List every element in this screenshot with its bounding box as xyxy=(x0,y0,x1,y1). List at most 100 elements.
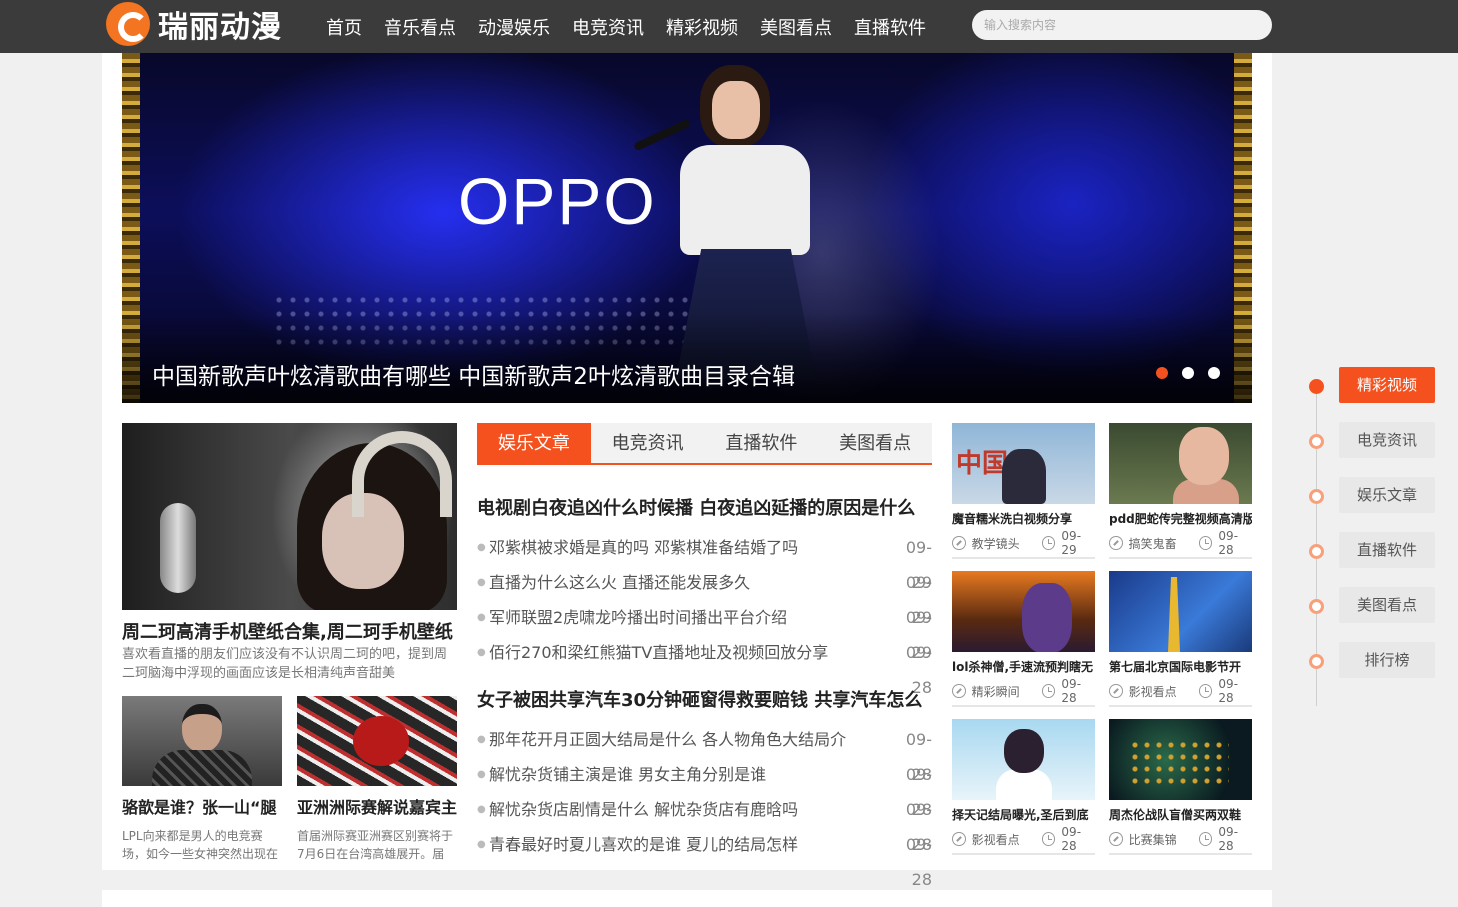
thumb-date: 09-29 xyxy=(1061,529,1082,557)
list-item[interactable]: ● 那年花开月正圆大结局是什么 各人物角色大结局介 09-28 xyxy=(477,722,932,784)
thumb-category[interactable]: 搞笑鬼畜 xyxy=(1129,535,1199,552)
tag-icon xyxy=(1109,536,1123,550)
thumb-image[interactable] xyxy=(1109,571,1252,652)
tag-icon xyxy=(952,832,966,846)
side-nav-dot xyxy=(1309,489,1324,504)
tab-entertainment[interactable]: 娱乐文章 xyxy=(477,423,591,465)
thumb-image[interactable] xyxy=(952,571,1095,652)
thumb-title[interactable]: 择天记结局曝光,圣后到底 xyxy=(952,806,1095,823)
thumb-image[interactable] xyxy=(1109,719,1252,800)
video-thumb[interactable]: pdd肥蛇传完整视频高清版 搞笑鬼畜 09-28 xyxy=(1109,423,1252,559)
small-card-title[interactable]: 亚洲洲际赛解说嘉宾主 xyxy=(297,794,457,818)
article-tabs: 娱乐文章 电竞资讯 直播软件 美图看点 xyxy=(477,423,932,465)
list-item[interactable]: ● 解忧杂货店剧情是什么 解忧杂货店有鹿晗吗 09-28 xyxy=(477,792,932,854)
thumb-date: 09-28 xyxy=(1061,825,1082,853)
small-card-title[interactable]: 骆歆是谁？张一山“腿 xyxy=(122,794,282,818)
list-item[interactable]: ● 佰行270和梁红熊猫TV直播地址及视频回放分享 09-28 xyxy=(477,635,932,697)
thumb-title[interactable]: 周杰伦战队盲僧买两双鞋 xyxy=(1109,806,1252,823)
tag-icon xyxy=(1109,684,1123,698)
carousel-indicators xyxy=(1156,367,1234,379)
nav-item-pictures[interactable]: 美图看点 xyxy=(760,14,832,40)
side-nav-live[interactable]: 直播软件 xyxy=(1339,532,1435,568)
nav-item-videos[interactable]: 精彩视频 xyxy=(666,14,738,40)
clock-icon xyxy=(1198,684,1213,698)
featured-desc: 喜欢看直播的朋友们应该没有不认识周二珂的吧，提到周二珂脑海中浮现的画面应该是长相… xyxy=(122,647,448,681)
nav-item-esports[interactable]: 电竞资讯 xyxy=(572,14,644,40)
video-thumb[interactable]: 择天记结局曝光,圣后到底 影视看点 09-28 xyxy=(952,719,1095,855)
carousel-dot-2[interactable] xyxy=(1182,367,1194,379)
video-thumb[interactable]: 中国魔 魔音糯米洗白视频分享 教学镜头 09-29 xyxy=(952,423,1095,559)
small-card[interactable]: 亚洲洲际赛解说嘉宾主 首届洲际赛亚洲赛区别赛将于7月6日在台湾高雄展开。届 xyxy=(297,696,457,863)
article-list: ● 邓紫棋被求婚是真的吗 邓紫棋准备结婚了吗 09-29 ● 直播为什么这么火 直播还… xyxy=(477,530,932,697)
logo-icon xyxy=(106,2,150,46)
small-card-image[interactable] xyxy=(297,696,457,786)
next-section-card xyxy=(102,890,1272,907)
article-headline[interactable]: 电视剧白夜追凶什么时候播 白夜追凶延播的原因是什么 xyxy=(477,494,932,520)
thumb-image[interactable]: 中国魔 xyxy=(952,423,1095,504)
thumb-image[interactable] xyxy=(1109,423,1252,504)
tab-pictures[interactable]: 美图看点 xyxy=(818,423,932,465)
tag-icon xyxy=(1109,832,1123,846)
list-item[interactable]: ● 邓紫棋被求婚是真的吗 邓紫棋准备结婚了吗 09-29 xyxy=(477,530,932,592)
carousel-dot-1[interactable] xyxy=(1156,367,1168,379)
tab-live[interactable]: 直播软件 xyxy=(705,423,819,465)
side-nav-esports[interactable]: 电竞资讯 xyxy=(1339,422,1435,458)
clock-icon xyxy=(1041,684,1056,698)
side-nav-ranking[interactable]: 排行榜 xyxy=(1339,642,1435,678)
video-thumb[interactable]: 第七届北京国际电影节开 影视看点 09-28 xyxy=(1109,571,1252,707)
side-nav-videos[interactable]: 精彩视频 xyxy=(1339,367,1435,403)
thumb-image[interactable] xyxy=(952,719,1095,800)
thumb-date: 09-28 xyxy=(1061,677,1082,705)
list-item[interactable]: ● 直播为什么这么火 直播还能发展多久 09-29 xyxy=(477,565,932,627)
video-thumb[interactable]: lol杀神僧,手速流预判瞎无 精彩瞬间 09-28 xyxy=(952,571,1095,707)
nav-item-home[interactable]: 首页 xyxy=(326,14,362,40)
clock-icon xyxy=(1198,832,1213,846)
thumb-category[interactable]: 比赛集锦 xyxy=(1129,831,1199,848)
tab-esports[interactable]: 电竞资讯 xyxy=(591,423,705,465)
thumb-title[interactable]: lol杀神僧,手速流预判瞎无 xyxy=(952,658,1095,675)
site-logo[interactable]: 瑞丽动漫 xyxy=(106,2,282,46)
clock-icon xyxy=(1041,832,1056,846)
list-item[interactable]: ● 军师联盟2虎啸龙吟播出时间播出平台介绍 09-29 xyxy=(477,600,932,662)
article-headline[interactable]: 女子被困共享汽车30分钟砸窗得救要赔钱 共享汽车怎么 xyxy=(477,686,932,712)
logo-text: 瑞丽动漫 xyxy=(158,10,282,45)
top-bar: 瑞丽动漫 首页 音乐看点 动漫娱乐 电竞资讯 精彩视频 美图看点 直播软件 xyxy=(0,0,1458,53)
clock-icon xyxy=(1198,536,1213,550)
banner-carousel[interactable]: OPPO 中国新歌声叶炫清歌曲有哪些 中国新歌声2叶炫清歌曲目录合辑 xyxy=(122,53,1252,403)
tag-icon xyxy=(952,536,966,550)
thumb-title[interactable]: 魔音糯米洗白视频分享 xyxy=(952,510,1095,527)
side-nav-dot xyxy=(1309,599,1324,614)
side-nav-dot xyxy=(1309,544,1324,559)
thumb-title[interactable]: 第七届北京国际电影节开 xyxy=(1109,658,1252,675)
featured-title[interactable]: 周二珂高清手机壁纸合集,周二珂手机壁纸 xyxy=(122,618,457,644)
small-card-image[interactable] xyxy=(122,696,282,786)
banner-title[interactable]: 中国新歌声叶炫清歌曲有哪些 中国新歌声2叶炫清歌曲目录合辑 xyxy=(152,357,795,391)
thumb-date: 09-28 xyxy=(1218,825,1239,853)
side-nav-entertainment[interactable]: 娱乐文章 xyxy=(1339,477,1435,513)
side-nav-dot xyxy=(1309,379,1324,394)
nav-item-music[interactable]: 音乐看点 xyxy=(384,14,456,40)
small-card[interactable]: 骆歆是谁？张一山“腿 LPL向来都是男人的电竞赛场，如今一些女神突然出现在 xyxy=(122,696,282,863)
search-input[interactable] xyxy=(972,10,1272,40)
thumb-title[interactable]: pdd肥蛇传完整视频高清版 xyxy=(1109,510,1252,527)
nav-item-live[interactable]: 直播软件 xyxy=(854,14,926,40)
side-nav-pictures[interactable]: 美图看点 xyxy=(1339,587,1435,623)
main-nav: 首页 音乐看点 动漫娱乐 电竞资讯 精彩视频 美图看点 直播软件 xyxy=(326,0,948,53)
nav-item-anime[interactable]: 动漫娱乐 xyxy=(478,14,550,40)
small-card-desc: LPL向来都是男人的电竞赛场，如今一些女神突然出现在 xyxy=(122,829,279,861)
clock-icon xyxy=(1041,536,1056,550)
side-nav-dot xyxy=(1309,434,1324,449)
thumb-date: 09-28 xyxy=(1218,677,1239,705)
thumb-category[interactable]: 影视看点 xyxy=(972,831,1042,848)
video-thumb[interactable]: 周杰伦战队盲僧买两双鞋 比赛集锦 09-28 xyxy=(1109,719,1252,855)
thumb-date: 09-28 xyxy=(1218,529,1239,557)
thumb-category[interactable]: 教学镜头 xyxy=(972,535,1042,552)
list-item[interactable]: ● 青春最好时夏儿喜欢的是谁 夏儿的结局怎样 09-28 xyxy=(477,827,932,889)
list-item[interactable]: ● 解忧杂货铺主演是谁 男女主角分别是谁 09-28 xyxy=(477,757,932,819)
tag-icon xyxy=(952,684,966,698)
thumb-category[interactable]: 精彩瞬间 xyxy=(972,683,1042,700)
article-list: ● 那年花开月正圆大结局是什么 各人物角色大结局介 09-28 ● 解忧杂货铺主演是谁… xyxy=(477,722,932,889)
thumb-category[interactable]: 影视看点 xyxy=(1129,683,1199,700)
carousel-dot-3[interactable] xyxy=(1208,367,1220,379)
featured-image[interactable] xyxy=(122,423,457,610)
